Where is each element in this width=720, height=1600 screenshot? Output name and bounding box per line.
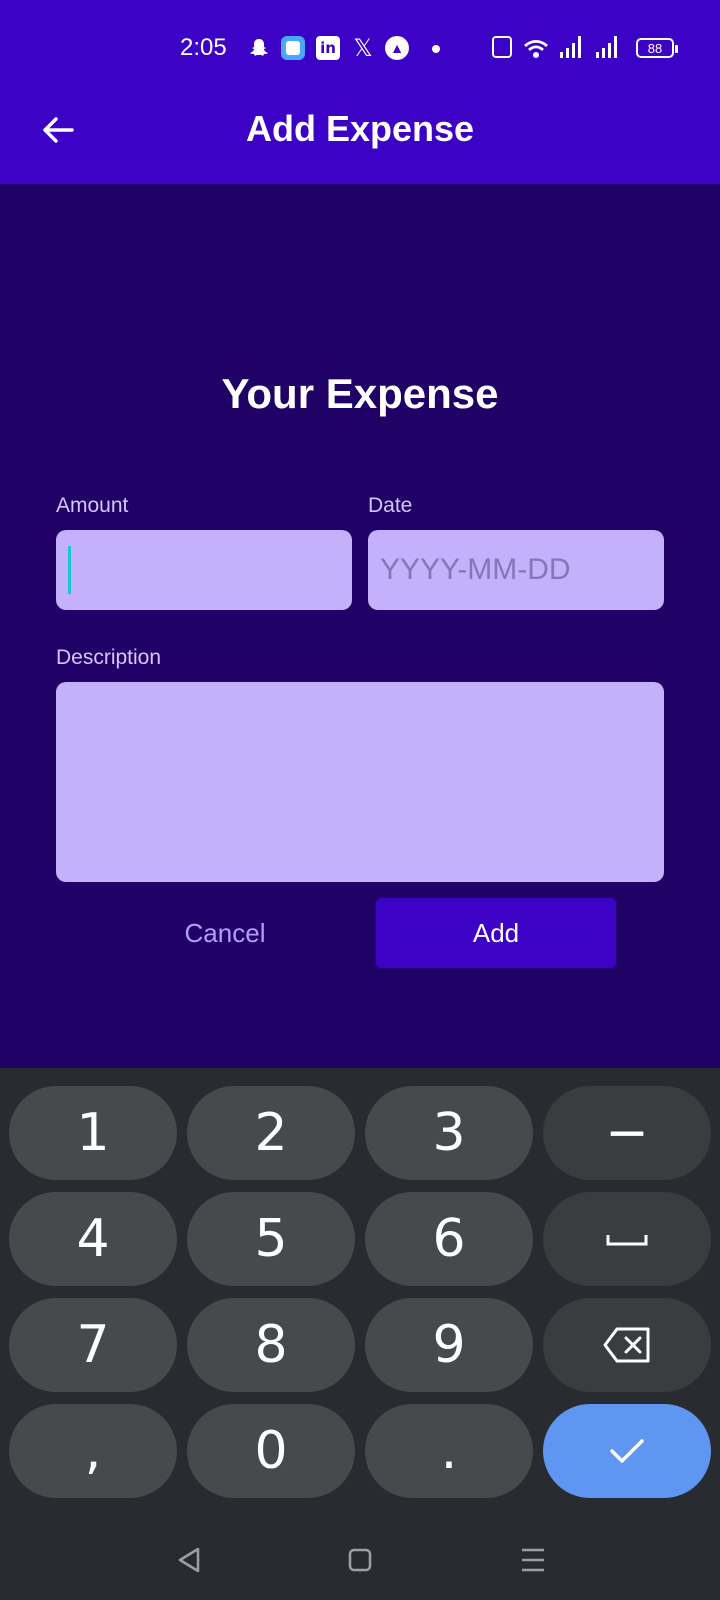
status-bar: 2:05 in 𝕏 ▲ 88: [0, 24, 720, 70]
snapchat-icon: [248, 36, 270, 60]
check-icon: [610, 1439, 644, 1463]
wifi-icon: [523, 36, 549, 60]
key-6[interactable]: 6: [365, 1192, 533, 1286]
key-5[interactable]: 5: [187, 1192, 355, 1286]
key-9[interactable]: 9: [365, 1298, 533, 1392]
key-2[interactable]: 2: [187, 1086, 355, 1180]
battery-icon: 88: [636, 38, 678, 58]
amount-label: Amount: [56, 494, 129, 517]
dot-icon: [432, 45, 440, 53]
linkedin-icon: in: [316, 36, 340, 60]
triangle-back-icon: [178, 1547, 200, 1573]
signal-icon: [596, 36, 617, 58]
key-minus[interactable]: −: [543, 1086, 711, 1180]
app-icon: [281, 36, 305, 60]
description-input[interactable]: [56, 682, 664, 882]
backspace-icon: [603, 1327, 650, 1363]
key-8[interactable]: 8: [187, 1298, 355, 1392]
add-button[interactable]: Add: [376, 898, 616, 968]
date-label: Date: [368, 494, 413, 517]
signal-icon: [560, 36, 581, 58]
menu-lines-icon: [522, 1548, 544, 1572]
cancel-button[interactable]: Cancel: [150, 898, 300, 968]
system-nav-bar: [0, 1520, 720, 1600]
date-placeholder: YYYY-MM-DD: [380, 553, 571, 586]
key-3[interactable]: 3: [365, 1086, 533, 1180]
form-heading: Your Expense: [221, 370, 499, 417]
key-0[interactable]: 0: [187, 1404, 355, 1498]
square-home-icon: [348, 1548, 372, 1572]
amount-input[interactable]: [56, 530, 352, 610]
nav-back-button[interactable]: [176, 1546, 202, 1574]
text-cursor: [68, 546, 71, 594]
date-input[interactable]: YYYY-MM-DD: [368, 530, 664, 610]
key-backspace[interactable]: [543, 1298, 711, 1392]
top-bar: 2:05 in 𝕏 ▲ 88 Add Expense: [0, 0, 720, 184]
space-icon: [606, 1235, 648, 1246]
description-label: Description: [56, 646, 162, 669]
key-1[interactable]: 1: [9, 1086, 177, 1180]
vibrate-icon: [492, 36, 512, 58]
key-period[interactable]: .: [365, 1404, 533, 1498]
x-icon: 𝕏: [353, 34, 373, 62]
page-title: Add Expense: [245, 108, 475, 149]
key-7[interactable]: 7: [9, 1298, 177, 1392]
key-space[interactable]: [543, 1192, 711, 1286]
status-time: 2:05: [180, 34, 227, 61]
nav-home-button[interactable]: [348, 1546, 372, 1574]
key-done[interactable]: [543, 1404, 711, 1498]
key-comma[interactable]: ,: [9, 1404, 177, 1498]
app-bar: Add Expense: [0, 80, 720, 180]
nav-recents-button[interactable]: [520, 1546, 546, 1574]
key-4[interactable]: 4: [9, 1192, 177, 1286]
circle-app-icon: ▲: [385, 36, 409, 60]
